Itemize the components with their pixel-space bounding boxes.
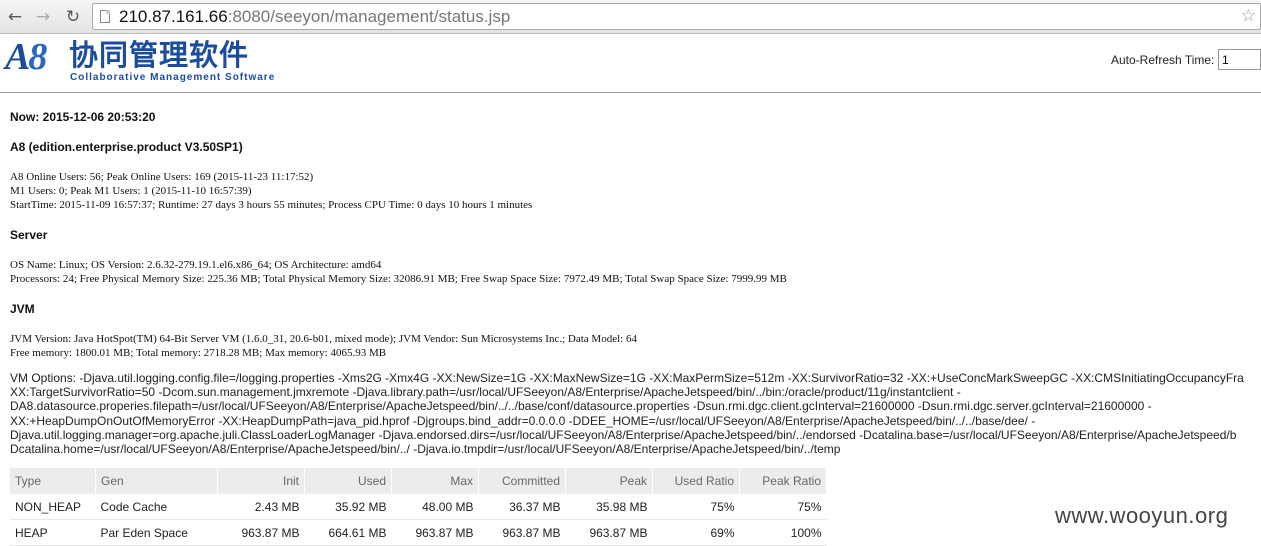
vm-options-line: Dcatalina.home=/usr/local/UFSeeyon/A8/En… — [10, 442, 841, 457]
vm-options-line: DA8.datasource.properies.filepath=/usr/l… — [10, 399, 1152, 414]
vm-options-line: VM Options: -Djava.util.logging.config.f… — [10, 371, 1244, 385]
column-header-peak-ratio: Peak Ratio — [739, 468, 827, 494]
forward-arrow-icon[interactable]: → — [32, 6, 54, 28]
table-row: HEAP Par Eden Space 963.87 MB 664.61 MB … — [10, 519, 827, 546]
logo-8: 8 — [28, 36, 47, 78]
column-header-gen: Gen — [95, 468, 218, 494]
auto-refresh-label: Auto-Refresh Time: — [1111, 53, 1215, 67]
star-icon[interactable]: ☆ — [1241, 4, 1256, 29]
vm-options-line: XX:TargetSurvivorRatio=50 -Dcom.sun.mana… — [10, 385, 961, 400]
online-users-line: A8 Online Users: 56; Peak Online Users: … — [10, 171, 314, 183]
table-cell: 2.43 MB — [217, 494, 305, 520]
memory-pool-table: Type Gen Init Used Max Committed Peak Us… — [10, 468, 827, 546]
column-header-init: Init — [217, 468, 305, 494]
column-header-committed: Committed — [478, 468, 566, 494]
jvm-heading: JVM — [10, 302, 35, 316]
runtime-line: StartTime: 2015-11-09 16:57:37; Runtime:… — [10, 199, 533, 211]
url-text[interactable]: 210.87.161.66:8080/seeyon/management/sta… — [119, 7, 510, 27]
memory-info-line: Processors: 24; Free Physical Memory Siz… — [10, 273, 787, 285]
reload-icon[interactable]: ↻ — [62, 6, 84, 28]
table-cell: 36.37 MB — [478, 494, 566, 520]
table-cell: 75% — [739, 494, 827, 520]
table-cell: 963.87 MB — [391, 519, 479, 546]
table-cell: HEAP — [10, 519, 96, 546]
server-heading: Server — [10, 228, 48, 242]
column-header-used-ratio: Used Ratio — [652, 468, 740, 494]
logo-chinese-title: 协同管理软件 — [69, 38, 250, 72]
table-cell: 48.00 MB — [391, 494, 479, 520]
table-cell: 35.98 MB — [565, 494, 653, 520]
watermark-text: www.wooyun.org — [1055, 503, 1229, 528]
vm-options-line: Djava.util.logging.manager=org.apache.ju… — [10, 427, 1237, 442]
table-cell: 963.87 MB — [478, 519, 566, 546]
url-path: :8080/seeyon/management/status.jsp — [227, 7, 511, 26]
column-header-type: Type — [10, 468, 96, 494]
table-cell: 100% — [739, 519, 827, 546]
table-cell: 963.87 MB — [565, 519, 653, 546]
table-cell: NON_HEAP — [10, 494, 96, 520]
logo-english-subtitle: Collaborative Management Software — [70, 72, 276, 83]
browser-toolbar: ← → ↻ 210.87.161.66:8080/seeyon/manageme… — [0, 0, 1261, 34]
table-row: NON_HEAP Code Cache 2.43 MB 35.92 MB 48.… — [10, 494, 827, 520]
table-cell: 35.92 MB — [304, 494, 392, 520]
edition-heading: A8 (edition.enterprise.product V3.50SP1) — [10, 140, 243, 154]
column-header-max: Max — [391, 468, 479, 494]
back-arrow-icon[interactable]: ← — [4, 6, 26, 28]
os-info-line: OS Name: Linux; OS Version: 2.6.32-279.1… — [10, 259, 382, 271]
vm-options-line: XX:+HeapDumpOnOutOfMemoryError -XX:HeapD… — [10, 413, 1036, 428]
table-cell: 75% — [652, 494, 740, 520]
m1-users-line: M1 Users: 0; Peak M1 Users: 1 (2015-11-1… — [10, 185, 252, 197]
table-cell: 69% — [652, 519, 740, 546]
page-icon — [100, 10, 110, 23]
column-header-peak: Peak — [565, 468, 653, 494]
table-cell: Par Eden Space — [95, 519, 218, 546]
page-header: A8 协同管理软件 Collaborative Management Softw… — [0, 34, 1261, 93]
jvm-version-line: JVM Version: Java HotSpot(TM) 64-Bit Ser… — [10, 333, 637, 345]
vm-options-block: VM Options: -Djava.util.logging.config.f… — [10, 371, 1261, 456]
column-header-used: Used — [304, 468, 392, 494]
table-header-row: Type Gen Init Used Max Committed Peak Us… — [10, 468, 827, 494]
url-host: 210.87.161.66 — [119, 7, 228, 26]
address-bar[interactable]: 210.87.161.66:8080/seeyon/management/sta… — [92, 3, 1261, 30]
logo-a: A — [5, 36, 30, 78]
now-timestamp: Now: 2015-12-06 20:53:20 — [10, 110, 156, 124]
table-cell: Code Cache — [95, 494, 218, 520]
table-cell: 664.61 MB — [304, 519, 392, 546]
auto-refresh-input[interactable] — [1218, 49, 1261, 70]
table-cell: 963.87 MB — [217, 519, 305, 546]
a8-logo: A8 — [5, 33, 47, 81]
jvm-memory-line: Free memory: 1800.01 MB; Total memory: 2… — [10, 347, 387, 359]
